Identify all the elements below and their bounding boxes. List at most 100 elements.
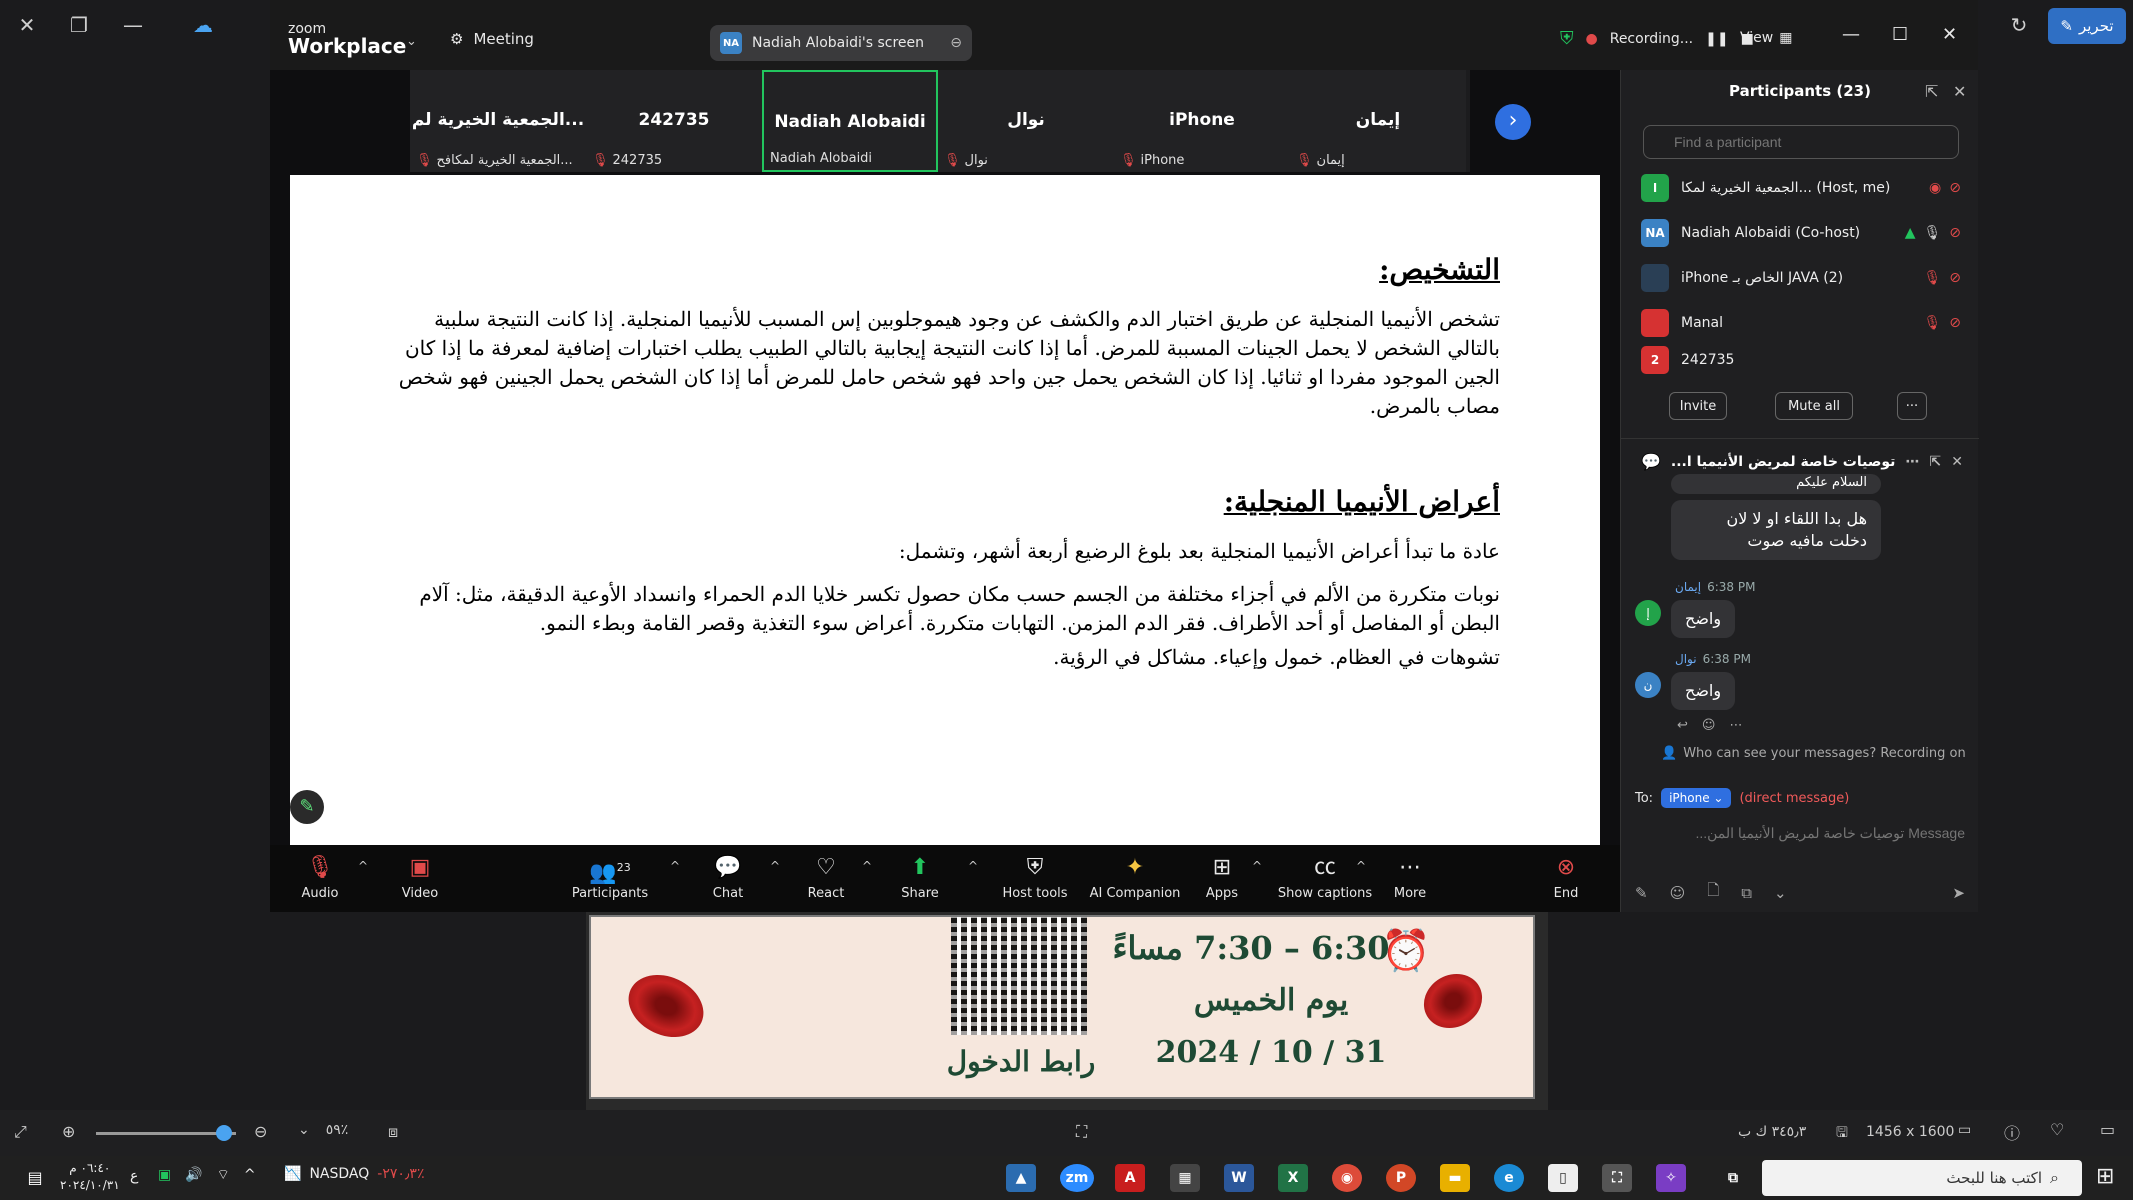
- wifi-icon[interactable]: ⌔: [217, 1166, 230, 1184]
- pdf-app-icon[interactable]: A: [1115, 1164, 1145, 1192]
- chrome-icon[interactable]: ◉: [1332, 1164, 1362, 1192]
- chevron-right-icon[interactable]: ›: [1495, 104, 1531, 140]
- store-icon[interactable]: ⛶: [1602, 1164, 1632, 1192]
- restore-icon[interactable]: ❐: [64, 12, 94, 38]
- zoom-slider[interactable]: [96, 1132, 236, 1135]
- zoom-logo[interactable]: zoom Workplace: [288, 22, 406, 56]
- emoji-icon[interactable]: ☺: [1702, 718, 1716, 733]
- task-view-icon[interactable]: ⧉: [1718, 1164, 1748, 1192]
- send-icon[interactable]: ➤: [1952, 884, 1965, 902]
- video-tile[interactable]: إيمان 🎙 إيمان: [1290, 70, 1466, 172]
- stock-widget[interactable]: 📉 NASDAQ -٢٧٠٫٣٪: [284, 1166, 424, 1182]
- host-tools-button[interactable]: ⛨ Host tools: [990, 845, 1080, 912]
- participants-button[interactable]: 👥23 Participants: [570, 845, 650, 912]
- video-tile[interactable]: نوال 🎙 نوال: [938, 70, 1114, 172]
- qr-code[interactable]: [951, 917, 1087, 1035]
- excel-app-icon[interactable]: X: [1278, 1164, 1308, 1192]
- powerpoint-app-icon[interactable]: P: [1386, 1164, 1416, 1192]
- fit-icon[interactable]: ⧈: [388, 1122, 398, 1142]
- caret-up-icon[interactable]: ^: [358, 859, 368, 873]
- caret-up-icon[interactable]: ^: [1252, 859, 1262, 873]
- emoji-icon[interactable]: ☺: [1670, 884, 1686, 902]
- participant-row[interactable]: NA Nadiah Alobaidi (Co-host) ▲ 🎙 ⊘: [1641, 213, 1961, 253]
- chevron-down-icon[interactable]: ⌄: [406, 34, 417, 49]
- copilot-icon[interactable]: ✧: [1656, 1164, 1686, 1192]
- video-tile[interactable]: iPhone 🎙 iPhone: [1114, 70, 1290, 172]
- popout-icon[interactable]: ⇱: [1930, 454, 1942, 470]
- maximize-icon[interactable]: ☐: [1892, 24, 1908, 45]
- zoom-out-icon[interactable]: ⊖: [254, 1122, 267, 1141]
- chat-button[interactable]: 💬 Chat: [698, 845, 758, 912]
- notepad-icon[interactable]: ▯: [1548, 1164, 1578, 1192]
- more-button[interactable]: ⋯ More: [1380, 845, 1440, 912]
- minimize-icon[interactable]: —: [118, 12, 148, 38]
- zoom-in-icon[interactable]: ⊕: [62, 1122, 75, 1141]
- caret-up-icon[interactable]: ^: [770, 859, 780, 873]
- participant-row[interactable]: Manal 🎙 ⊘: [1641, 303, 1961, 343]
- participants-more-button[interactable]: ···: [1897, 392, 1927, 420]
- zoom-level-select[interactable]: ⌄ ٥٩٪: [298, 1122, 348, 1138]
- caret-up-icon[interactable]: ^: [968, 859, 978, 873]
- cloud-icon[interactable]: ☁: [188, 12, 218, 38]
- edge-icon[interactable]: e: [1494, 1164, 1524, 1192]
- react-button[interactable]: ♡ React: [796, 845, 856, 912]
- participant-row[interactable]: 2 242735: [1641, 346, 1961, 374]
- close-icon[interactable]: ✕: [12, 12, 42, 38]
- file-icon[interactable]: 🗋: [1707, 880, 1719, 905]
- volume-icon[interactable]: 🔊: [185, 1167, 202, 1183]
- taskbar-search-box[interactable]: اكتب هنا للبحث: [1762, 1160, 2082, 1196]
- message-input[interactable]: [1635, 818, 1965, 848]
- meeting-button[interactable]: ⚙ Meeting: [450, 30, 534, 48]
- audio-button[interactable]: 🎙 Audio: [290, 845, 350, 912]
- zoom-app-icon[interactable]: zm: [1060, 1164, 1094, 1192]
- invite-button[interactable]: Invite: [1669, 392, 1727, 420]
- tray-app-icon[interactable]: ▣: [158, 1167, 171, 1183]
- rotate-icon[interactable]: ↻: [2004, 12, 2034, 38]
- captions-button[interactable]: ㏄ Show captions: [1270, 845, 1380, 912]
- zoom-slider-thumb[interactable]: [216, 1125, 232, 1141]
- screenshot-icon[interactable]: ⧉: [1741, 884, 1752, 902]
- popout-icon[interactable]: ⇱: [1925, 82, 1938, 101]
- chevron-up-icon[interactable]: ^: [244, 1167, 256, 1183]
- format-icon[interactable]: ✎: [1635, 884, 1648, 902]
- info-icon[interactable]: ⓘ: [2004, 1120, 2020, 1144]
- mute-all-button[interactable]: Mute all: [1775, 392, 1853, 420]
- screen-share-pill[interactable]: NA Nadiah Alobaidi's screen ⊖: [710, 25, 972, 61]
- participant-row[interactable]: ا الجمعية الخيرية لمكا... (Host, me) ◉ ⊘: [1641, 168, 1961, 208]
- video-tile-active[interactable]: Nadiah Alobaidi Nadiah Alobaidi: [762, 70, 938, 172]
- more-icon[interactable]: ⋯: [1729, 718, 1742, 733]
- recipient-selector[interactable]: iPhone ⌄: [1661, 788, 1732, 808]
- end-button[interactable]: ⊗ End: [1536, 845, 1596, 912]
- heart-icon[interactable]: ♡: [2050, 1120, 2064, 1139]
- windows-start-icon[interactable]: ⊞: [2096, 1164, 2114, 1189]
- photos-icon[interactable]: ▲: [1006, 1164, 1036, 1192]
- participant-row[interactable]: iPhone الخاص بـ JAVA (2) 🎙 ⊘: [1641, 258, 1961, 298]
- share-button[interactable]: ⬆ Share: [890, 845, 950, 912]
- screen-icon[interactable]: ▭: [2100, 1120, 2115, 1139]
- word-app-icon[interactable]: W: [1224, 1164, 1254, 1192]
- video-tile[interactable]: الجمعية الخيرية لم... 🎙 الجمعية الخيرية ل…: [410, 70, 586, 172]
- participant-search-input[interactable]: [1643, 125, 1959, 159]
- video-button[interactable]: ▣ Video: [390, 845, 450, 912]
- language-indicator[interactable]: ع: [130, 1168, 138, 1184]
- ai-companion-button[interactable]: ✦ AI Companion: [1085, 845, 1185, 912]
- close-icon[interactable]: ✕: [1953, 82, 1966, 101]
- caret-up-icon[interactable]: ^: [1356, 859, 1366, 873]
- close-icon[interactable]: ✕: [1942, 24, 1957, 45]
- apps-button[interactable]: ⊞ Apps: [1192, 845, 1252, 912]
- recording-indicator[interactable]: ⛨ ● Recording... ❚❚ ■: [1560, 28, 1754, 49]
- video-tile[interactable]: 242735 🎙 242735: [586, 70, 762, 172]
- pause-icon[interactable]: ❚❚: [1705, 31, 1728, 47]
- chevron-down-icon[interactable]: ⌄: [1774, 884, 1787, 902]
- calculator-icon[interactable]: ▦: [1170, 1164, 1200, 1192]
- minimize-icon[interactable]: —: [1842, 24, 1860, 45]
- more-icon[interactable]: ⊖: [950, 35, 962, 51]
- fullscreen-icon[interactable]: ⛶: [1076, 1122, 1087, 1142]
- clock[interactable]: ٠٦:٤٠ م ٢٠٢٤/١٠/٣١: [60, 1160, 120, 1194]
- view-button[interactable]: View ▦: [1740, 30, 1792, 46]
- expand-icon[interactable]: ⤢: [14, 1122, 27, 1142]
- close-icon[interactable]: ✕: [1951, 454, 1963, 470]
- edit-button[interactable]: ✎ تحرير: [2048, 8, 2126, 44]
- file-explorer-icon[interactable]: ▬: [1440, 1164, 1470, 1192]
- caret-up-icon[interactable]: ^: [670, 859, 680, 873]
